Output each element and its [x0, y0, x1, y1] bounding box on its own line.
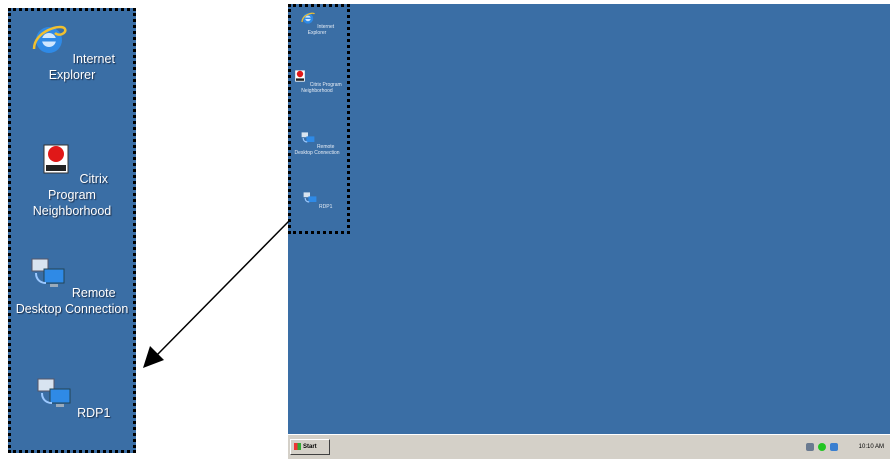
callout-arrow	[143, 219, 291, 368]
